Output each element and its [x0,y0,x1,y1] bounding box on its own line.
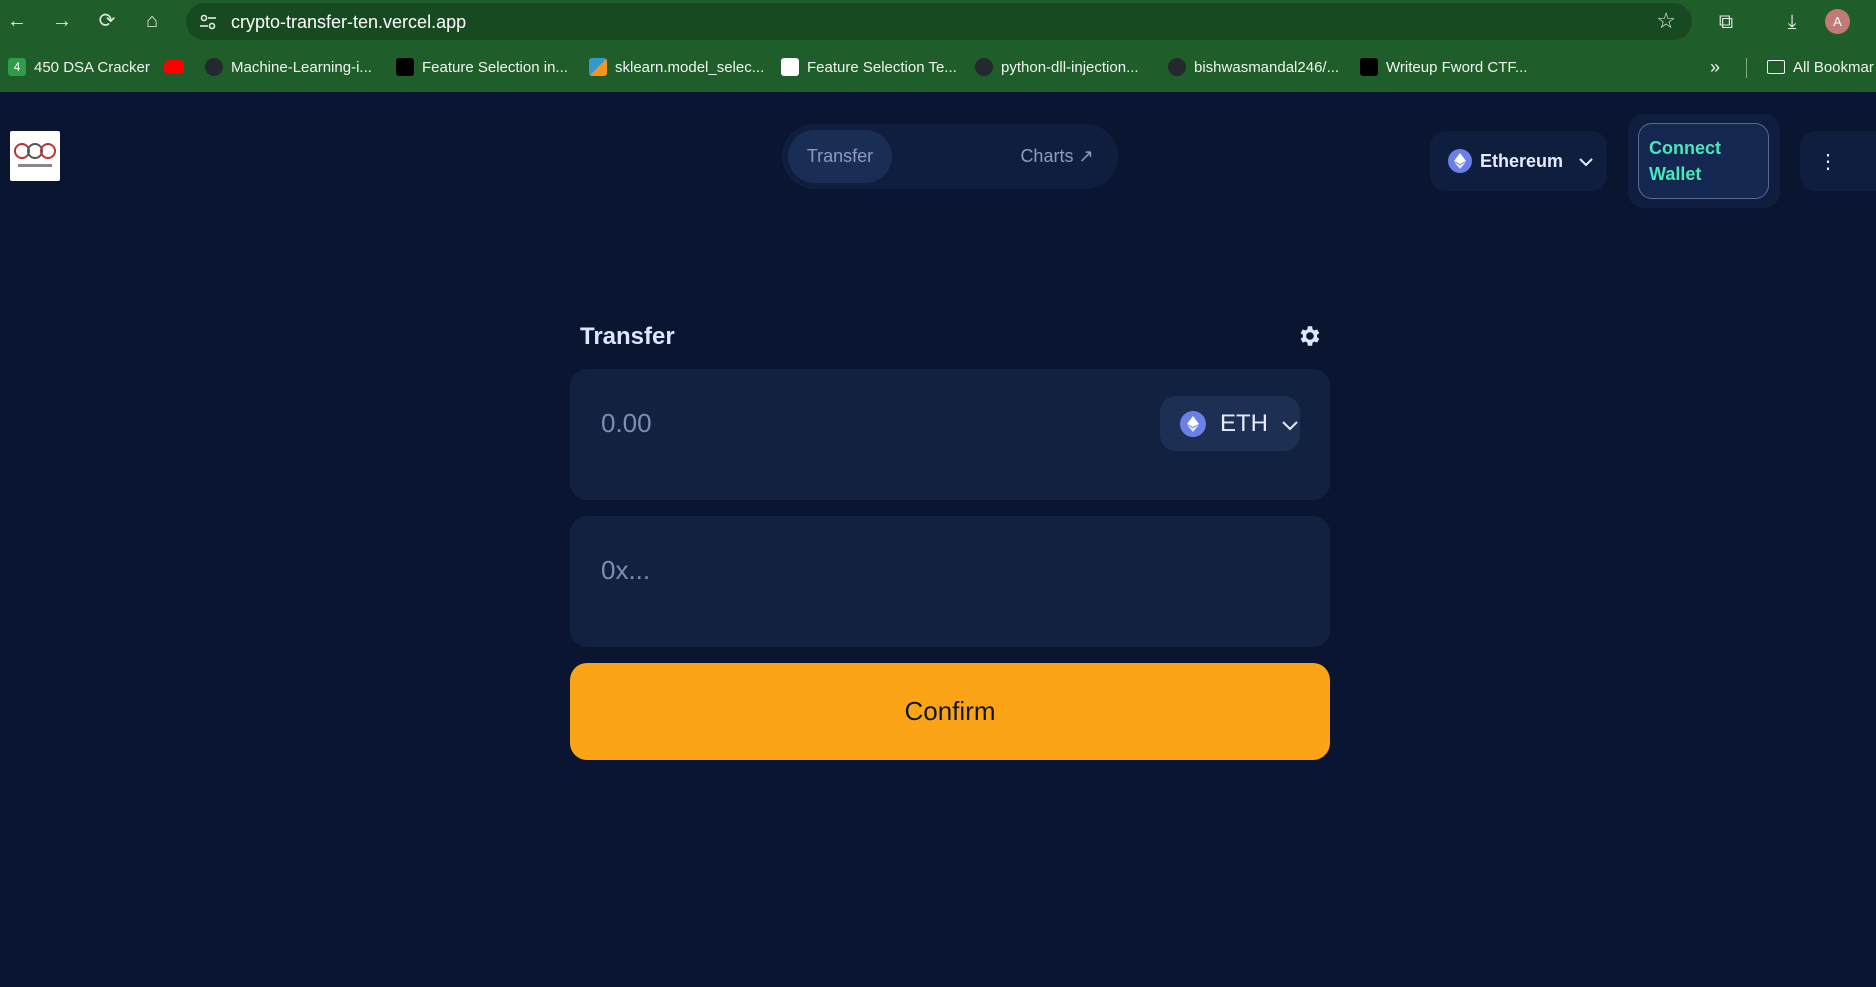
all-bookmarks-label: All Bookmar [1793,58,1874,76]
bookmark-item[interactable] [164,56,184,78]
bookmark-label: bishwasmandal246/... [1194,58,1340,76]
bookmark-label: Machine-Learning-i... [231,58,372,76]
github-icon [1168,58,1186,76]
all-bookmarks-button[interactable]: All Bookmar [1767,56,1874,78]
chevron-down-icon [1282,410,1298,438]
home-icon[interactable]: ⌂ [139,8,165,34]
network-label: Ethereum [1480,150,1564,171]
bookmark-item[interactable]: bishwasmandal246/... [1168,56,1339,78]
bookmark-item[interactable]: Feature Selection in... [396,56,568,78]
page-title: Transfer [580,323,675,350]
profile-avatar[interactable]: A [1825,9,1850,34]
youtube-icon [164,60,184,74]
bookmark-label: sklearn.model_selec... [615,58,765,76]
recipient-address-input[interactable] [601,550,1081,590]
site-info-icon[interactable] [198,12,218,32]
sklearn-icon [589,58,607,76]
address-field [570,516,1330,647]
back-arrow-icon[interactable]: ← [4,8,30,34]
amount-input[interactable] [601,403,1081,443]
token-selector[interactable]: ETH [1160,396,1300,451]
tab-switcher: Transfer Charts ↗ [782,124,1118,189]
bookmarks-bar: 4 450 DSA Cracker Machine-Learning-i... … [0,43,1876,92]
forward-arrow-icon[interactable]: → [49,8,75,34]
ethereum-icon [1448,149,1472,173]
github-icon [975,58,993,76]
github-icon [205,58,223,76]
extensions-icon[interactable]: ⧉ [1712,8,1740,36]
kebab-menu-icon: ⋮ [1818,150,1838,173]
gear-icon[interactable] [1296,323,1322,349]
network-selector[interactable]: Ethereum [1430,131,1607,191]
connect-wallet-button[interactable]: Connect Wallet [1638,123,1769,199]
folder-icon [1767,60,1785,74]
reload-icon[interactable]: ⟳ [94,8,120,34]
connect-wallet-container: Connect Wallet [1628,114,1780,208]
bookmark-label: Feature Selection in... [422,58,568,76]
browser-toolbar: ← → ⟳ ⌂ crypto-transfer-ten.vercel.app ☆… [0,0,1876,43]
blockchain-logo[interactable] [10,131,60,181]
confirm-button[interactable]: Confirm [570,663,1330,760]
medium-icon [1360,58,1378,76]
ethereum-icon [1180,410,1206,437]
450-badge-icon: 4 [8,58,26,76]
token-label: ETH [1220,409,1268,437]
bookmark-item[interactable]: Writeup Fword CTF... [1360,56,1527,78]
tab-charts[interactable]: Charts ↗ [1002,130,1112,183]
chart-favicon-icon [781,58,799,76]
download-icon[interactable]: ⤓ [1778,8,1806,36]
bookmark-label: 450 DSA Cracker [34,58,150,76]
bookmarks-divider [1746,58,1747,78]
bookmark-item[interactable]: sklearn.model_selec... [589,56,764,78]
more-options-button[interactable]: ⋮ [1800,131,1876,191]
tab-transfer[interactable]: Transfer [788,130,892,183]
chevron-down-icon [1579,151,1593,172]
bookmark-item[interactable]: 4 450 DSA Cracker [8,56,150,78]
blockchain-logo-icon [14,143,56,167]
bookmark-label: Writeup Fword CTF... [1386,58,1528,76]
bookmark-label: python-dll-injection... [1001,58,1139,76]
bookmark-label: Feature Selection Te... [807,58,957,76]
bookmark-item[interactable]: Machine-Learning-i... [205,56,372,78]
amount-field: ETH [570,369,1330,500]
more-bookmarks-button[interactable]: » [1710,56,1720,78]
bookmark-star-icon[interactable]: ☆ [1656,8,1676,34]
bookmark-item[interactable]: Feature Selection Te... [781,56,957,78]
address-bar[interactable]: crypto-transfer-ten.vercel.app ☆ [186,3,1692,40]
medium-icon [396,58,414,76]
bookmark-item[interactable]: python-dll-injection... [975,56,1139,78]
url-text[interactable]: crypto-transfer-ten.vercel.app [231,12,466,33]
